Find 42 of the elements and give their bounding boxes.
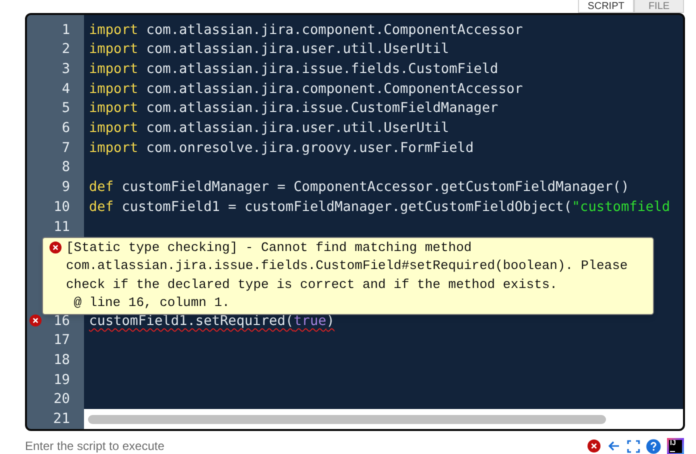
line-number: 4 xyxy=(62,80,70,99)
code-line: def customFieldManager = ComponentAccessor.getCustomFieldManager() xyxy=(88,178,630,198)
line-number: 8 xyxy=(62,158,70,178)
line-number: 9 xyxy=(62,178,70,198)
code-line: import com.atlassian.jira.issue.fields.CustomField xyxy=(88,60,498,80)
help-icon[interactable] xyxy=(646,438,661,454)
code-line: import com.atlassian.jira.component.ComponentAccessor xyxy=(88,20,523,40)
error-message: com.atlassian.jira.issue.fields.CustomField#setRequired(boolean). Please xyxy=(66,257,628,276)
line-number: 1 xyxy=(62,20,70,40)
code-editor[interactable] xyxy=(25,13,685,431)
tab[interactable]: SCRIPT xyxy=(578,0,634,13)
horizontal-scrollbar[interactable] xyxy=(84,409,683,429)
line-number: 21 xyxy=(53,410,70,429)
line-number: 18 xyxy=(54,350,70,370)
code-line: import com.atlassian.jira.issue.CustomFieldManager xyxy=(88,99,498,118)
line-number: 10 xyxy=(54,198,70,217)
line-number: 19 xyxy=(54,370,70,390)
error-message: @ line 16, column 1. xyxy=(72,294,231,312)
line-number: 20 xyxy=(54,390,70,410)
error-message: check if the declared type is correct and if the method exists. xyxy=(66,276,558,294)
code-line: import com.atlassian.jira.user.util.UserUtil xyxy=(88,119,450,138)
line-number: 6 xyxy=(62,119,70,138)
error-icon xyxy=(29,314,42,327)
error-button[interactable] xyxy=(587,439,601,453)
status-hint: Enter the script to execute xyxy=(25,438,164,454)
line-number: 17 xyxy=(54,331,70,350)
code-line: def customField1 = customFieldManager.getCustomFieldObject("customfield xyxy=(88,198,670,217)
line-number: 11 xyxy=(54,218,70,237)
fullscreen-icon[interactable] xyxy=(627,440,640,452)
code-line: import com.onresolve.jira.groovy.user.FormField xyxy=(88,138,474,158)
line-number: 2 xyxy=(62,40,70,60)
back-arrow-icon[interactable] xyxy=(607,439,621,453)
code-line: customField1.setRequired(true) xyxy=(88,312,335,331)
error-message: [Static type checking] - Cannot find matching method xyxy=(66,238,473,257)
error-icon xyxy=(49,240,62,254)
line-number: 5 xyxy=(62,99,70,118)
code-line: import com.atlassian.jira.user.util.UserUtil xyxy=(88,40,450,60)
code-line: import com.atlassian.jira.component.ComponentAccessor xyxy=(88,80,523,99)
line-number: 7 xyxy=(62,138,70,158)
tab[interactable]: FILE xyxy=(634,0,684,13)
line-number: 16 xyxy=(54,312,70,331)
line-number: 3 xyxy=(62,60,70,80)
